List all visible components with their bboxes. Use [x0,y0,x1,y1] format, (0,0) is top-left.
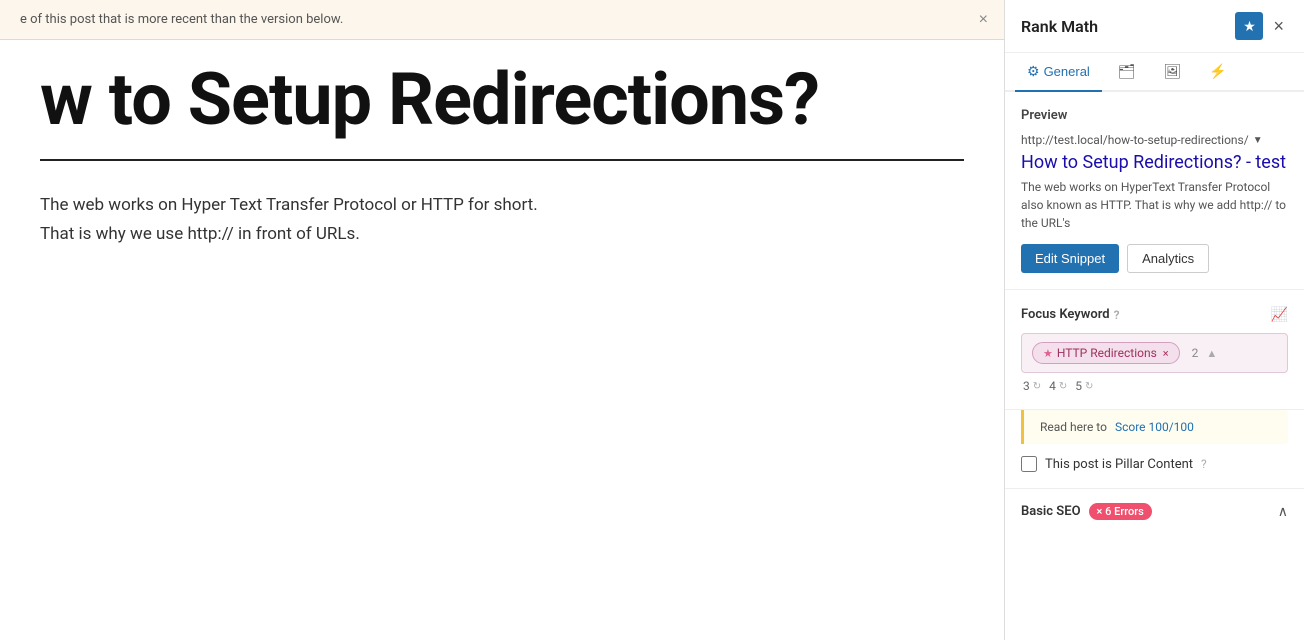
preview-description: The web works on HyperText Transfer Prot… [1021,178,1288,232]
chevron-up-icon: ∧ [1278,504,1288,520]
pillar-help-icon[interactable]: ? [1201,457,1207,471]
refresh-icon-1: ↻ [1033,381,1041,392]
social-icon: 🗂 [1118,63,1136,80]
pillar-content-label: This post is Pillar Content [1045,457,1193,472]
refresh-icon-2: ↻ [1059,381,1067,392]
keyword-num-2-value: 4 [1049,379,1056,393]
basic-seo-title-area: Basic SEO × 6 Errors [1021,503,1152,520]
post-body-line1: The web works on Hyper Text Transfer Pro… [40,191,964,220]
keyword-count: 2 [1192,346,1199,360]
score-link[interactable]: Score 100/100 [1115,420,1194,434]
pillar-content-checkbox[interactable] [1021,456,1037,472]
basic-seo-header[interactable]: Basic SEO × 6 Errors ∧ [1005,489,1304,534]
preview-actions: Edit Snippet Analytics [1021,244,1288,273]
tab-social[interactable]: 🗂 [1106,53,1148,92]
panel-content: Preview http://test.local/how-to-setup-r… [1005,92,1304,640]
focus-keyword-label: Focus Keyword [1021,307,1110,322]
focus-keyword-title: Focus Keyword ? [1021,307,1120,322]
keyword-tag: ★ HTTP Redirections × [1032,342,1180,364]
focus-keyword-section: Focus Keyword ? 📈 ★ HTTP Redirections × … [1005,290,1304,410]
preview-label: Preview [1021,108,1288,123]
preview-title-link[interactable]: How to Setup Redirections? - test [1021,151,1288,174]
post-body: The web works on Hyper Text Transfer Pro… [40,191,964,249]
keyword-num-3-value: 5 [1075,379,1082,393]
notice-close-button[interactable]: × [979,12,988,28]
keyword-tags-container[interactable]: ★ HTTP Redirections × 2 ▲ [1021,333,1288,373]
advanced-icon: ⚡ [1209,63,1226,80]
tab-general[interactable]: ⚙ General [1015,53,1102,92]
notice-bar: e of this post that is more recent than … [0,0,1004,40]
tab-schema[interactable]: 🖼 [1152,53,1194,92]
info-bar-text: Read here to [1040,420,1107,434]
focus-keyword-help-icon[interactable]: ? [1114,308,1120,322]
post-title: w to Setup Redirections? [40,60,964,139]
gear-icon: ⚙ [1027,63,1040,80]
focus-keyword-header: Focus Keyword ? 📈 [1021,306,1288,323]
error-badge: × 6 Errors [1089,503,1152,520]
keyword-num-1-value: 3 [1023,379,1030,393]
basic-seo-section: Basic SEO × 6 Errors ∧ [1005,488,1304,534]
preview-url-row: http://test.local/how-to-setup-redirecti… [1021,133,1288,147]
trend-button[interactable]: 📈 [1271,306,1288,323]
post-editor: w to Setup Redirections? The web works o… [0,40,1004,640]
keyword-num-1: 3 ↻ [1023,379,1041,393]
keyword-remove-icon[interactable]: × [1163,347,1169,360]
rank-math-panel: Rank Math ★ × ⚙ General 🗂 🖼 ⚡ Preview [1004,0,1304,640]
analytics-button[interactable]: Analytics [1127,244,1209,273]
schema-icon: 🖼 [1164,63,1182,80]
star-icon: ★ [1243,18,1256,35]
preview-url-arrow-icon: ▼ [1253,135,1263,146]
star-button[interactable]: ★ [1235,12,1263,40]
keyword-tag-label: HTTP Redirections [1057,346,1157,360]
notice-text: e of this post that is more recent than … [20,12,343,27]
tab-advanced[interactable]: ⚡ [1197,53,1238,92]
pillar-content-row: This post is Pillar Content ? [1005,456,1304,488]
keyword-up-icon: ▲ [1206,347,1217,360]
panel-close-button[interactable]: × [1269,15,1288,37]
panel-tabs: ⚙ General 🗂 🖼 ⚡ [1005,53,1304,92]
refresh-icon-3: ↻ [1085,381,1093,392]
basic-seo-label: Basic SEO [1021,504,1081,519]
keyword-num-3: 5 ↻ [1075,379,1093,393]
post-body-line2: That is why we use http:// in front of U… [40,220,964,249]
editor-area: e of this post that is more recent than … [0,0,1004,640]
panel-title: Rank Math [1021,17,1098,36]
preview-url-text: http://test.local/how-to-setup-redirecti… [1021,133,1249,147]
keyword-numbers: 3 ↻ 4 ↻ 5 ↻ [1021,379,1288,393]
tab-general-label: General [1044,64,1090,79]
edit-snippet-button[interactable]: Edit Snippet [1021,244,1119,273]
panel-header: Rank Math ★ × [1005,0,1304,53]
error-badge-text: × 6 Errors [1097,505,1144,518]
preview-section: Preview http://test.local/how-to-setup-r… [1005,92,1304,290]
info-bar: Read here to Score 100/100 [1021,410,1288,444]
divider [40,159,964,161]
keyword-num-2: 4 ↻ [1049,379,1067,393]
keyword-star-icon: ★ [1043,347,1053,360]
panel-header-actions: ★ × [1235,12,1288,40]
